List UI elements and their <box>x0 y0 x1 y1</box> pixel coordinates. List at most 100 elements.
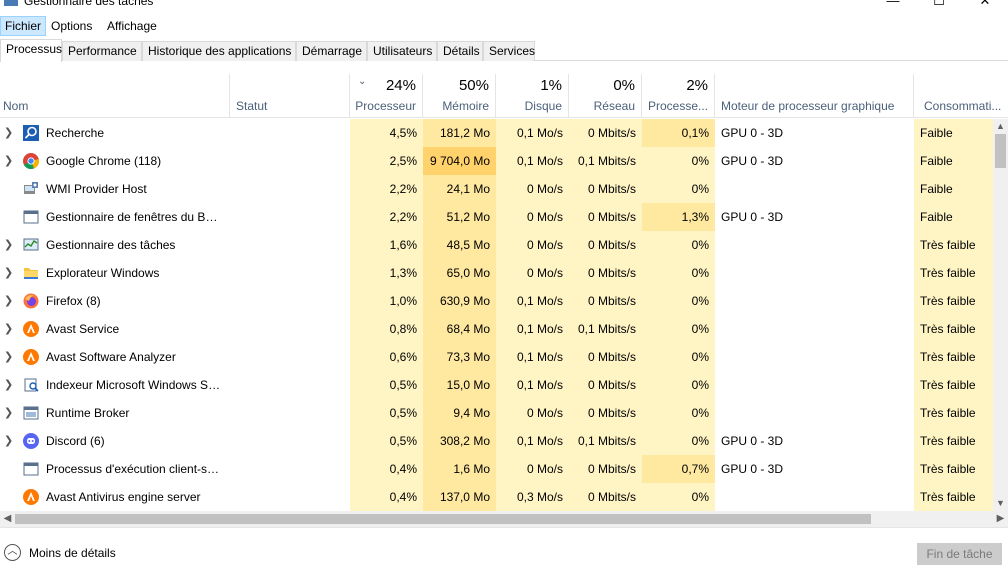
minimize-button[interactable]: — <box>870 0 916 12</box>
process-name: Indexeur Microsoft Windows Se... <box>46 378 224 392</box>
gpu-engine-cell: GPU 0 - 3D <box>721 210 784 224</box>
gpu-engine-cell: GPU 0 - 3D <box>721 462 784 476</box>
disk-cell: 0 Mo/s <box>496 203 569 231</box>
process-row[interactable]: ❯ Explorateur Windows 1,3% 65,0 Mo 0 Mo/s 0 M… <box>0 259 993 287</box>
memory-cell: 15,0 Mo <box>423 371 496 399</box>
gpu-engine-cell <box>715 259 914 287</box>
col-name[interactable]: Nom <box>0 74 230 118</box>
less-details-label: Moins de détails <box>29 546 116 560</box>
col-status[interactable]: Statut <box>230 74 350 118</box>
cpu-cell: 0,6% <box>350 343 423 371</box>
gpu-engine-cell <box>715 315 914 343</box>
power-cell: Très faible <box>914 455 993 483</box>
avast-icon <box>23 349 39 365</box>
vertical-scrollbar[interactable]: ▲ ▼ <box>993 119 1008 511</box>
menu-options[interactable]: Options <box>47 16 96 36</box>
horizontal-scrollbar[interactable]: ◀ ▶ <box>0 511 1008 527</box>
tab-utilisateurs[interactable]: Utilisateurs <box>367 41 437 61</box>
col-cpu[interactable]: ⌄ 24% Processeur <box>350 74 423 118</box>
process-name: Avast Antivirus engine server <box>46 490 201 504</box>
col-memory[interactable]: 50% Mémoire <box>423 74 496 118</box>
disk-cell: 0,3 Mo/s <box>496 483 569 511</box>
tab-demarrage[interactable]: Démarrage <box>296 41 367 61</box>
expand-chevron-icon[interactable]: ❯ <box>4 119 14 147</box>
end-task-button[interactable]: Fin de tâche <box>917 543 1002 565</box>
gpu-engine-cell <box>715 175 914 203</box>
chevron-up-circle-icon: ︿ <box>4 544 21 561</box>
gpu-engine-cell <box>715 399 914 427</box>
expand-chevron-icon[interactable]: ❯ <box>4 231 14 259</box>
expand-chevron-icon[interactable]: ❯ <box>4 427 14 455</box>
process-row[interactable]: ❯ Recherche 4,5% 181,2 Mo 0,1 Mo/s 0 Mbits/s 0… <box>0 119 993 147</box>
scroll-right-icon[interactable]: ▶ <box>993 511 1008 527</box>
col-power[interactable]: Consommati... <box>914 74 1008 118</box>
process-row[interactable]: ❯ Avast Service 0,8% 68,4 Mo 0,1 Mo/s 0,1 Mbi… <box>0 315 993 343</box>
tab-historique[interactable]: Historique des applications <box>142 41 296 61</box>
process-row[interactable]: ❯ Discord (6) 0,5% 308,2 Mo 0,1 Mo/s 0,1 Mbit… <box>0 427 993 455</box>
tab-processus[interactable]: Processus <box>0 39 62 62</box>
expand-chevron-icon[interactable]: ❯ <box>4 399 14 427</box>
menu-affichage[interactable]: Affichage <box>103 16 161 36</box>
expand-chevron-icon[interactable]: ❯ <box>4 343 14 371</box>
expand-chevron-icon[interactable]: ❯ <box>4 147 14 175</box>
memory-cell: 65,0 Mo <box>423 259 496 287</box>
process-row[interactable]: Processus d'exécution client-ser... 0,4% 1… <box>0 455 993 483</box>
disk-cell: 0,1 Mo/s <box>496 147 569 175</box>
task-manager-app-icon <box>4 0 18 6</box>
cpu-cell: 1,3% <box>350 259 423 287</box>
tab-performance[interactable]: Performance <box>62 41 142 61</box>
memory-cell: 24,1 Mo <box>423 175 496 203</box>
power-cell: Très faible <box>914 315 993 343</box>
network-cell: 0 Mbits/s <box>569 399 642 427</box>
process-row[interactable]: ❯ Indexeur Microsoft Windows Se... 0,5% 15,… <box>0 371 993 399</box>
tab-services[interactable]: Services <box>483 41 535 61</box>
process-row[interactable]: ❯ Avast Software Analyzer 0,6% 73,3 Mo 0,1 M… <box>0 343 993 371</box>
scroll-left-icon[interactable]: ◀ <box>0 511 15 527</box>
process-name: Gestionnaire de fenêtres du Bur... <box>46 210 224 224</box>
power-cell: Très faible <box>914 287 993 315</box>
expand-chevron-icon[interactable]: ❯ <box>4 315 14 343</box>
csrss-icon <box>23 461 39 477</box>
col-network-label: Réseau <box>593 99 635 113</box>
process-row[interactable]: Gestionnaire de fenêtres du Bur... 2,2% 51… <box>0 203 993 231</box>
maximize-button[interactable]: ☐ <box>916 0 962 12</box>
vertical-scroll-thumb[interactable] <box>995 134 1006 168</box>
power-cell: Faible <box>914 175 993 203</box>
process-name: Google Chrome (118) <box>46 154 162 168</box>
process-row[interactable]: ❯ Firefox (8) 1,0% 630,9 Mo 0,1 Mo/s 0 Mbits/… <box>0 287 993 315</box>
expand-chevron-icon[interactable]: ❯ <box>4 259 14 287</box>
firefox-icon <box>23 293 39 309</box>
avast-icon <box>23 321 39 337</box>
expand-chevron-icon[interactable]: ❯ <box>4 287 14 315</box>
process-row[interactable]: ❯ Gestionnaire des tâches 1,6% 48,5 Mo 0 Mo/… <box>0 231 993 259</box>
col-gpu-engine[interactable]: Moteur de processeur graphique <box>715 74 914 118</box>
scroll-up-icon[interactable]: ▲ <box>993 119 1008 134</box>
memory-cell: 137,0 Mo <box>423 483 496 511</box>
close-button[interactable]: ✕ <box>962 0 1008 12</box>
gpu-engine-cell: GPU 0 - 3D <box>721 126 784 140</box>
window-title: Gestionnaire des tâches <box>24 0 154 8</box>
horizontal-scroll-thumb[interactable] <box>15 514 871 524</box>
discord-icon <box>23 433 39 449</box>
expand-chevron-icon[interactable]: ❯ <box>4 371 14 399</box>
col-gpu-pct: 2% <box>686 77 708 94</box>
process-name: Avast Software Analyzer <box>46 350 176 364</box>
process-row[interactable]: ❯ Runtime Broker 0,5% 9,4 Mo 0 Mo/s 0 Mbits/s… <box>0 399 993 427</box>
tab-details[interactable]: Détails <box>437 41 483 61</box>
network-cell: 0 Mbits/s <box>569 343 642 371</box>
network-cell: 0,1 Mbits/s <box>569 427 642 455</box>
menu-fichier[interactable]: Fichier <box>0 16 47 36</box>
col-memory-label: Mémoire <box>442 99 489 113</box>
scroll-down-icon[interactable]: ▼ <box>993 496 1008 511</box>
process-row[interactable]: WMI Provider Host 2,2% 24,1 Mo 0 Mo/s 0 Mbit… <box>0 175 993 203</box>
process-row[interactable]: Avast Antivirus engine server 0,4% 137,0 M… <box>0 483 993 511</box>
col-disk[interactable]: 1% Disque <box>496 74 569 118</box>
gpu-cell: 0,1% <box>642 119 715 147</box>
process-row[interactable]: ❯ Google Chrome (118) 2,5% 9 704,0 Mo 0,1 Mo… <box>0 147 993 175</box>
gpu-cell: 0% <box>642 175 715 203</box>
col-network[interactable]: 0% Réseau <box>569 74 642 118</box>
disk-cell: 0 Mo/s <box>496 175 569 203</box>
col-gpu-engine-label: Moteur de processeur graphique <box>721 99 895 113</box>
network-cell: 0 Mbits/s <box>569 455 642 483</box>
col-gpu[interactable]: 2% Processe... <box>642 74 715 118</box>
